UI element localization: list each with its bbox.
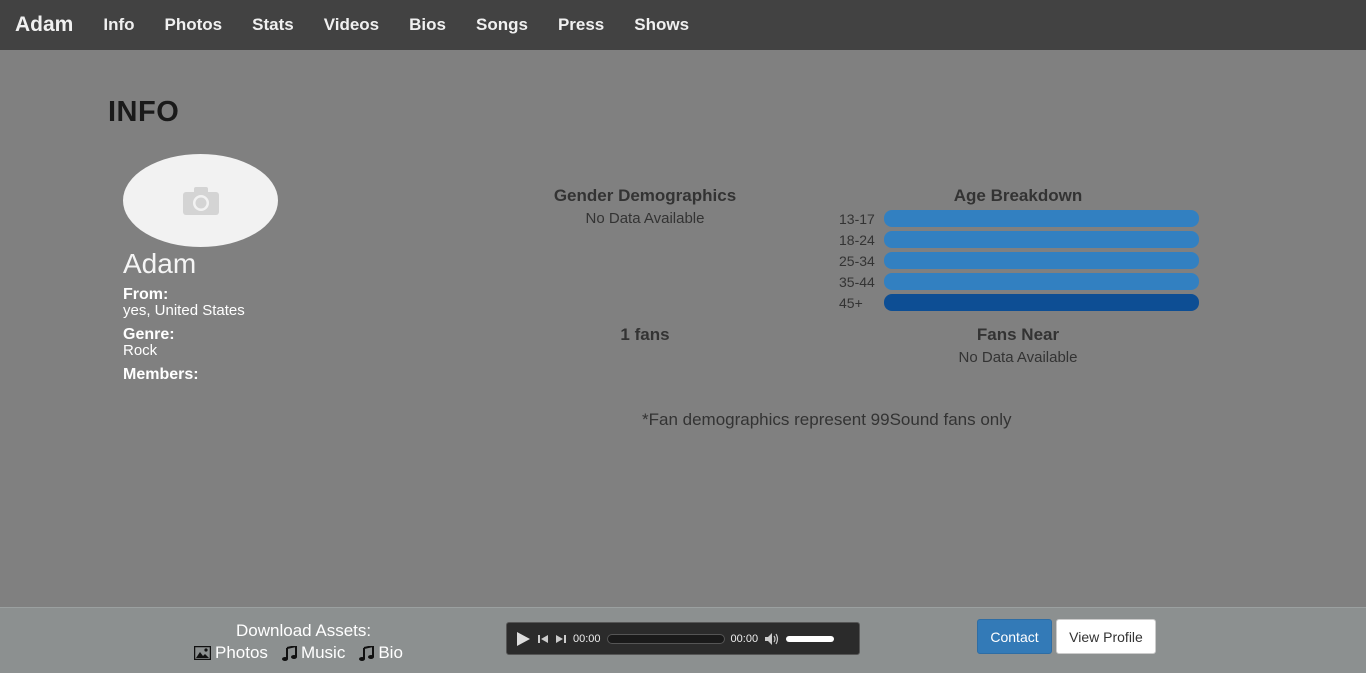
footer-bar: Download Assets: Photos Music Bio 00:00 … bbox=[0, 607, 1366, 673]
duration-time: 00:00 bbox=[730, 632, 759, 645]
age-title: Age Breakdown bbox=[953, 186, 1083, 205]
volume-icon[interactable] bbox=[764, 632, 780, 646]
avatar bbox=[123, 154, 278, 247]
fans-count: 1 fans bbox=[620, 325, 670, 344]
download-photos-label: Photos bbox=[215, 643, 268, 662]
current-time: 00:00 bbox=[573, 632, 601, 645]
age-row-45-plus: 45+ bbox=[839, 294, 1199, 311]
age-bar bbox=[884, 210, 1199, 227]
age-label: 13-17 bbox=[839, 210, 875, 227]
music-icon bbox=[281, 645, 297, 661]
image-icon bbox=[194, 646, 211, 660]
view-profile-button[interactable]: View Profile bbox=[1056, 619, 1156, 654]
nav-bios[interactable]: Bios bbox=[394, 15, 461, 35]
age-bar bbox=[884, 231, 1199, 248]
download-links: Photos Music Bio bbox=[194, 643, 403, 663]
artist-name: Adam bbox=[123, 248, 197, 279]
gender-title: Gender Demographics bbox=[553, 186, 737, 205]
nav-videos[interactable]: Videos bbox=[309, 15, 394, 35]
nav-info[interactable]: Info bbox=[88, 15, 149, 35]
nav-songs[interactable]: Songs bbox=[461, 15, 543, 35]
download-photos-link[interactable]: Photos bbox=[194, 643, 268, 663]
nav-stats[interactable]: Stats bbox=[237, 15, 309, 35]
age-bar bbox=[884, 252, 1199, 269]
download-music-label: Music bbox=[300, 643, 346, 662]
download-assets-title: Download Assets: bbox=[236, 621, 372, 640]
top-navbar: Adam Info Photos Stats Videos Bios Songs… bbox=[0, 0, 1366, 50]
fan-disclaimer: *Fan demographics represent 99Sound fans… bbox=[642, 410, 1012, 429]
age-label: 45+ bbox=[839, 294, 863, 311]
play-icon[interactable] bbox=[515, 631, 531, 647]
gender-note: No Data Available bbox=[585, 210, 705, 227]
age-row-35-44: 35-44 bbox=[839, 273, 1199, 290]
age-label: 18-24 bbox=[839, 231, 875, 248]
from-value: yes, United States bbox=[123, 302, 245, 319]
contact-button[interactable]: Contact bbox=[977, 619, 1052, 654]
volume-slider[interactable] bbox=[786, 635, 835, 642]
audio-player: 00:00 00:00 bbox=[506, 622, 860, 655]
page-title: INFO bbox=[108, 96, 180, 128]
members-block: Members: bbox=[123, 366, 199, 383]
genre-value: Rock bbox=[123, 342, 158, 359]
age-row-13-17: 13-17 bbox=[839, 210, 1199, 227]
genre-label: Genre: bbox=[123, 326, 175, 343]
age-label: 25-34 bbox=[839, 252, 875, 269]
download-music-link[interactable]: Music bbox=[281, 643, 346, 663]
nav-photos[interactable]: Photos bbox=[150, 15, 238, 35]
progress-bar[interactable] bbox=[606, 633, 725, 644]
age-label: 35-44 bbox=[839, 273, 875, 290]
genre-block: Genre: Rock bbox=[123, 326, 175, 359]
previous-icon[interactable] bbox=[537, 633, 549, 645]
from-block: From: yes, United States bbox=[123, 286, 245, 319]
download-bio-label: Bio bbox=[378, 643, 403, 662]
music-icon bbox=[359, 645, 375, 661]
from-label: From: bbox=[123, 286, 169, 303]
age-bar bbox=[884, 273, 1199, 290]
nav-press[interactable]: Press bbox=[543, 15, 619, 35]
brand-name[interactable]: Adam bbox=[15, 13, 73, 37]
members-label: Members: bbox=[123, 366, 199, 383]
age-row-25-34: 25-34 bbox=[839, 252, 1199, 269]
fans-near-note: No Data Available bbox=[958, 349, 1078, 366]
age-row-18-24: 18-24 bbox=[839, 231, 1199, 248]
nav-shows[interactable]: Shows bbox=[619, 15, 704, 35]
fans-near-title: Fans Near bbox=[976, 325, 1060, 344]
age-bar bbox=[884, 294, 1199, 311]
next-icon[interactable] bbox=[555, 633, 567, 645]
download-bio-link[interactable]: Bio bbox=[359, 643, 403, 663]
camera-icon bbox=[182, 186, 219, 215]
